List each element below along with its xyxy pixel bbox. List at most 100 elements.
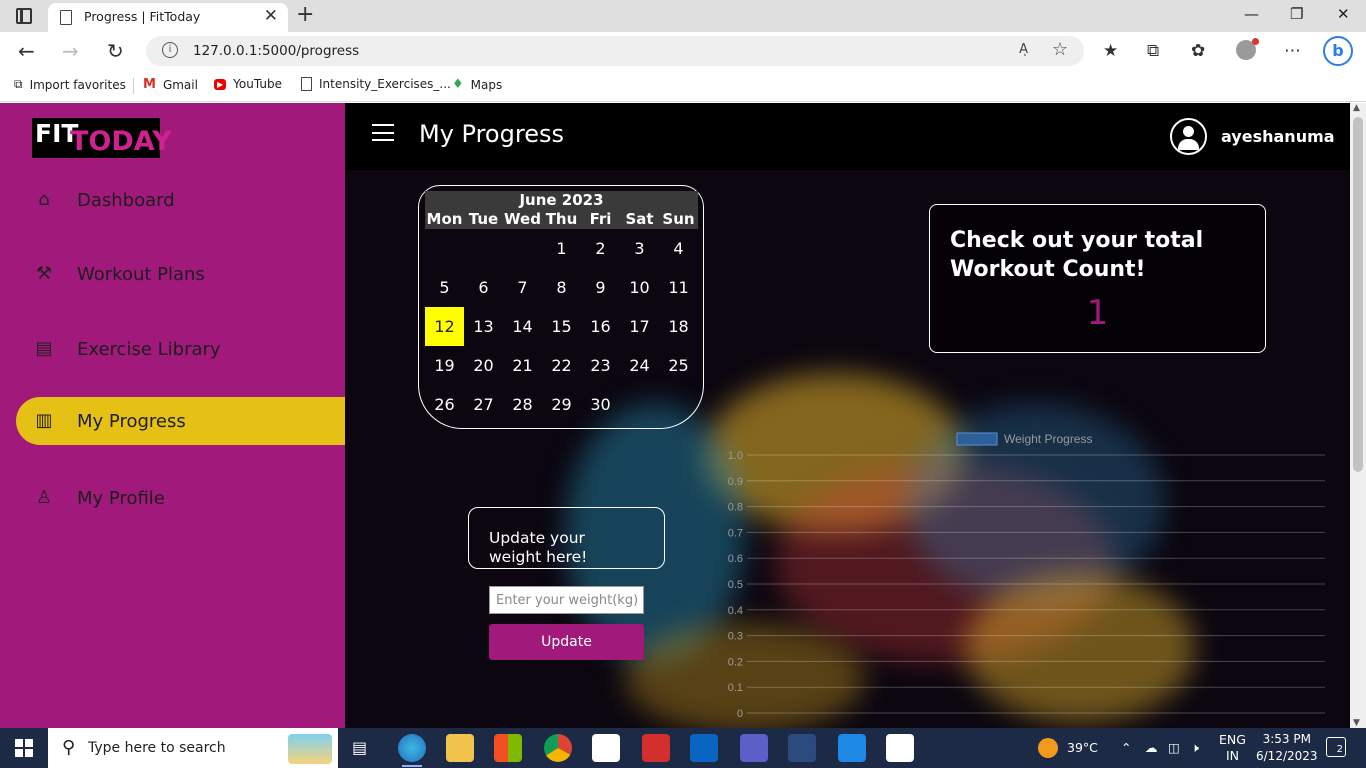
fittoday-logo[interactable]: FIT TODAY — [32, 118, 172, 158]
vscode-icon[interactable] — [838, 734, 866, 762]
calendar-day[interactable]: 27 — [464, 385, 503, 424]
mail-icon[interactable] — [592, 734, 620, 762]
bookmark-label: Intensity_Exercises_... — [319, 77, 451, 91]
search-icon: ⚲ — [62, 737, 76, 758]
page-scrollbar[interactable]: ▲ ▼ — [1350, 103, 1366, 728]
outlook-icon[interactable] — [690, 734, 718, 762]
onedrive-icon[interactable]: ☁ — [1145, 740, 1158, 755]
calendar-day-today[interactable]: 12 — [425, 307, 464, 346]
tab-actions-icon[interactable] — [16, 8, 32, 24]
scroll-up-icon[interactable]: ▲ — [1353, 103, 1360, 113]
tab-close-icon[interactable]: ✕ — [264, 6, 278, 26]
calendar-day[interactable]: 9 — [581, 268, 620, 307]
bookmark-youtube[interactable]: ▶ YouTube — [214, 77, 282, 91]
weight-input[interactable] — [489, 586, 644, 614]
restore-icon[interactable]: ❐ — [1290, 5, 1303, 23]
window-close-icon[interactable]: ✕ — [1337, 5, 1350, 23]
bookmark-gmail[interactable]: M Gmail — [143, 77, 198, 92]
username[interactable]: ayeshanuma — [1221, 127, 1335, 146]
calendar-day[interactable]: 21 — [503, 346, 542, 385]
dumbbell-icon: ⚒ — [35, 263, 53, 284]
tray-overflow-icon[interactable]: ⌃ — [1121, 740, 1131, 755]
task-view-icon[interactable]: ▤ — [352, 738, 367, 757]
photos-icon[interactable] — [886, 734, 914, 762]
legend-label[interactable]: Weight Progress — [1004, 432, 1092, 446]
calendar-day[interactable]: 25 — [659, 346, 698, 385]
taskbar-clock[interactable]: 3:53 PM 6/12/2023 — [1256, 731, 1318, 765]
windows-start-icon[interactable] — [15, 739, 33, 757]
calendar-day[interactable]: 10 — [620, 268, 659, 307]
minimize-icon[interactable]: — — [1244, 5, 1259, 23]
notification-center-icon[interactable]: 2 — [1326, 737, 1346, 757]
calendar-day[interactable]: 28 — [503, 385, 542, 424]
bookmark-import-favorites[interactable]: ⧉ Import favorites — [14, 77, 126, 92]
hamburger-menu-icon[interactable] — [372, 124, 394, 141]
calendar-day[interactable]: 6 — [464, 268, 503, 307]
calendar-day[interactable]: 16 — [581, 307, 620, 346]
weather-icon[interactable] — [1038, 738, 1058, 758]
sidebar-item-my-progress[interactable]: ▥ My Progress — [16, 397, 345, 445]
calendar-day[interactable]: 1 — [542, 229, 581, 268]
browser-tab[interactable]: Progress | FitToday ✕ — [48, 3, 288, 32]
sidebar-item-exercise-library[interactable]: ▤ Exercise Library — [0, 325, 345, 373]
calendar-day[interactable]: 4 — [659, 229, 698, 268]
file-explorer-icon[interactable] — [446, 734, 474, 762]
chrome-icon[interactable] — [544, 734, 572, 762]
update-weight-button[interactable]: Update — [489, 624, 644, 660]
wps-office-icon[interactable] — [642, 734, 670, 762]
collections-icon[interactable]: ⧉ — [1147, 41, 1159, 61]
scroll-down-icon[interactable]: ▼ — [1353, 718, 1360, 728]
y-tick-label: 0.3 — [728, 631, 743, 643]
calendar-day[interactable]: 24 — [620, 346, 659, 385]
teams-icon[interactable] — [740, 734, 768, 762]
new-tab-button[interactable]: + — [296, 2, 314, 27]
refresh-icon[interactable]: ↻ — [107, 39, 124, 63]
forward-icon[interactable]: → — [62, 39, 79, 63]
weather-temperature[interactable]: 39°C — [1067, 740, 1098, 755]
calendar-day[interactable]: 15 — [542, 307, 581, 346]
sidebar-item-workout-plans[interactable]: ⚒ Workout Plans — [0, 250, 345, 298]
calendar-day[interactable]: 26 — [425, 385, 464, 424]
bookmark-intensity-exercises[interactable]: Intensity_Exercises_... — [301, 77, 451, 91]
calendar-day[interactable]: 30 — [581, 385, 620, 424]
calendar-day[interactable]: 5 — [425, 268, 464, 307]
read-aloud-icon[interactable]: Aͅ — [1019, 42, 1028, 57]
calendar-day[interactable]: 17 — [620, 307, 659, 346]
sidebar-item-dashboard[interactable]: ⌂ Dashboard — [0, 176, 345, 224]
language-indicator[interactable]: ENG IN — [1219, 732, 1246, 764]
bookmark-maps[interactable]: ♦ Maps — [452, 77, 502, 92]
calendar-day[interactable]: 13 — [464, 307, 503, 346]
performance-icon[interactable]: ✿ — [1191, 41, 1205, 61]
calendar-day[interactable]: 23 — [581, 346, 620, 385]
favorite-star-icon[interactable]: ☆ — [1052, 39, 1068, 60]
user-avatar-icon[interactable] — [1170, 118, 1207, 155]
back-icon[interactable]: ← — [18, 39, 35, 63]
taskbar-search[interactable]: ⚲ Type here to search — [48, 728, 338, 768]
calendar-day[interactable]: 20 — [464, 346, 503, 385]
calendar-day[interactable]: 8 — [542, 268, 581, 307]
calendar-day[interactable]: 18 — [659, 307, 698, 346]
calendar-day[interactable]: 22 — [542, 346, 581, 385]
calendar-day[interactable]: 14 — [503, 307, 542, 346]
calendar-day[interactable]: 29 — [542, 385, 581, 424]
calendar-day[interactable]: 3 — [620, 229, 659, 268]
legend-swatch[interactable] — [956, 432, 998, 446]
scrollbar-thumb[interactable] — [1353, 117, 1363, 472]
active-app-indicator — [402, 765, 422, 767]
bing-chat-icon[interactable]: b — [1323, 36, 1353, 66]
favorites-icon[interactable]: ★ — [1103, 41, 1118, 61]
more-menu-icon[interactable]: ⋯ — [1284, 41, 1301, 61]
store-icon[interactable] — [494, 734, 522, 762]
calendar-day[interactable]: 7 — [503, 268, 542, 307]
sidebar-item-my-profile[interactable]: ♙ My Profile — [0, 474, 345, 522]
calendar-day[interactable]: 19 — [425, 346, 464, 385]
site-info-icon[interactable]: i — [162, 42, 178, 58]
network-icon[interactable]: ◫ — [1168, 740, 1180, 755]
workbench-icon[interactable] — [788, 734, 816, 762]
url-field[interactable]: i 127.0.0.1:5000/progress Aͅ ☆ — [146, 36, 1084, 66]
volume-icon[interactable]: 🕨 — [1191, 740, 1199, 756]
edge-taskbar-icon[interactable] — [398, 734, 426, 762]
calendar-day[interactable]: 2 — [581, 229, 620, 268]
calendar-day[interactable]: 11 — [659, 268, 698, 307]
profile-avatar-icon[interactable] — [1236, 38, 1259, 60]
